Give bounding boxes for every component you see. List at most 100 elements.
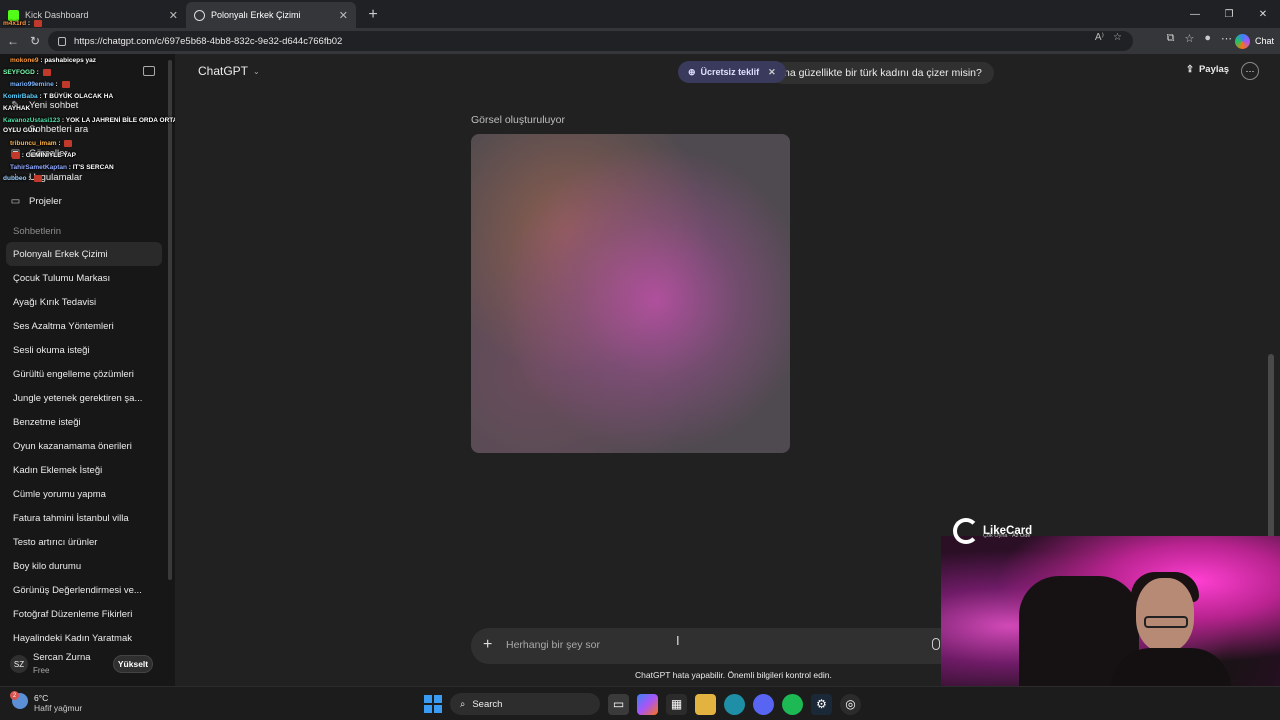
edge-browser-icon[interactable]	[724, 693, 745, 715]
sidebar-item-projects[interactable]: ▭ Projeler	[10, 190, 160, 212]
sidebar-item-label: Sohbetleri ara	[29, 123, 89, 135]
chat-username: mario99emine	[10, 81, 54, 89]
restore-icon[interactable]: ❐	[1212, 0, 1246, 28]
sidebar-toggle-icon[interactable]	[143, 66, 155, 76]
close-window-icon[interactable]: ✕	[1246, 0, 1280, 28]
chat-username: m4x1rd	[3, 20, 27, 28]
browser-tab-bar: Kick Dashboard ✕ Polonyalı Erkek Çizimi …	[0, 0, 1280, 28]
app-icon[interactable]: ◎	[840, 693, 861, 715]
copilot-app-icon[interactable]	[637, 693, 658, 715]
sidebar-scrollbar[interactable]	[168, 60, 172, 580]
url-actions: A⁾ ☆	[1095, 32, 1122, 43]
chat-username: TahirSametKaptan	[10, 164, 67, 171]
chat-button-label: Chat	[1254, 36, 1274, 46]
composer-placeholder: Herhangi bir şey sor	[506, 639, 600, 651]
chats-section-title: Sohbetlerin	[13, 226, 62, 237]
stream-chat-line: KomirBaba : T BÜYÜK OLACAK HA	[3, 93, 114, 100]
chat-history-item[interactable]: Jungle yetenek gerektiren şa...	[6, 386, 162, 410]
avatar: SZ	[10, 655, 28, 673]
chat-history-item[interactable]: Testo artırıcı ürünler	[6, 530, 162, 554]
url-field[interactable]: https://chatgpt.com/c/697e5b68-4bb8-832c…	[48, 31, 1133, 51]
chat-history-item[interactable]: Benzetme isteği	[6, 410, 162, 434]
close-icon[interactable]: ✕	[768, 67, 776, 78]
close-icon[interactable]: ✕	[339, 9, 348, 22]
profile-icon[interactable]: ●	[1204, 32, 1211, 45]
upgrade-button[interactable]: Yükselt	[113, 655, 153, 673]
body-shape	[1111, 648, 1231, 686]
emote-icon	[34, 175, 43, 182]
extensions-icon[interactable]: ⧉	[1167, 32, 1175, 45]
glasses-shape	[1144, 616, 1188, 628]
favorite-star-icon[interactable]: ☆	[1113, 32, 1122, 43]
model-selector[interactable]: ChatGPT ⌄	[198, 64, 260, 78]
task-view-icon[interactable]: ▭	[608, 693, 629, 715]
emote-icon	[33, 20, 42, 27]
user-name: Sercan Zurna	[33, 652, 91, 663]
chat-history-item[interactable]: Cümle yorumu yapma	[6, 482, 162, 506]
text-cursor-icon: I	[676, 633, 680, 648]
weather-widget[interactable]: 2 6°C Hafif yağmur	[10, 691, 83, 713]
taskbar-search[interactable]: ⌕ Search	[450, 693, 600, 715]
read-aloud-icon[interactable]: A⁾	[1095, 32, 1104, 43]
add-attachment-icon[interactable]: +	[483, 636, 492, 654]
favorites-icon[interactable]: ☆	[1184, 32, 1194, 45]
menu-dots-icon[interactable]: ⋯	[1221, 32, 1232, 45]
chat-message: GEMİNİYLE YAP	[25, 152, 76, 160]
share-icon: ⇪	[1186, 64, 1194, 75]
sidebar-item-label: Yeni sohbet	[29, 99, 79, 111]
disclaimer: ChatGPT hata yapabilir. Önemli bilgileri…	[635, 670, 832, 680]
copilot-chat-button[interactable]: Chat	[1234, 31, 1274, 51]
browser-toolbar: ⧉ ☆ ● ⋯	[1167, 32, 1232, 45]
weather-description: Hafif yağmur	[34, 703, 83, 713]
promo-label: Ücretsiz teklif	[700, 67, 760, 77]
user-message: na güzellikte bir türk kadını da çizer m…	[772, 62, 994, 84]
store-icon[interactable]: ▦	[666, 693, 687, 715]
chat-history-item[interactable]: Fatura tahmini İstanbul villa	[6, 506, 162, 530]
chat-message: pashabiceps yaz	[44, 57, 96, 64]
chat-history-item[interactable]: Ayağı Kırık Tedavisi	[6, 290, 162, 314]
chat-history-item[interactable]: Çocuk Tulumu Markası	[6, 266, 162, 290]
site-info-icon[interactable]	[58, 36, 66, 46]
chat-history-item[interactable]: Polonyalı Erkek Çizimi	[6, 242, 162, 266]
more-options-button[interactable]: ⋯	[1241, 62, 1259, 80]
close-icon[interactable]: ✕	[169, 9, 178, 22]
chat-history-item[interactable]: Fotoğraf Düzenleme Fikirleri	[6, 602, 162, 626]
steam-icon[interactable]: ⚙	[811, 693, 832, 715]
tab-chatgpt[interactable]: Polonyalı Erkek Çizimi ✕	[186, 2, 356, 28]
spotify-icon[interactable]	[782, 693, 803, 715]
chatgpt-icon	[194, 9, 205, 21]
chat-history-item[interactable]: Gürültü engelleme çözümleri	[6, 362, 162, 386]
free-offer-badge[interactable]: ⊕ Ücretsiz teklif ✕	[678, 61, 786, 83]
sidebar-item-label: Projeler	[29, 195, 62, 207]
chat-username: mokone9	[10, 57, 39, 64]
chat-history-item[interactable]: Oyun kazanamama önerileri	[6, 434, 162, 458]
window-controls: — ❐ ✕	[1178, 0, 1280, 28]
chat-history-item[interactable]: Ses Azaltma Yöntemleri	[6, 314, 162, 338]
stream-chat-line: mario99emine :	[10, 81, 70, 88]
minimize-icon[interactable]: —	[1178, 0, 1212, 28]
discord-icon[interactable]	[753, 693, 774, 715]
new-tab-button[interactable]: +	[362, 4, 384, 26]
stream-chat-line: OYLU GUN	[3, 127, 37, 134]
weather-icon: 2	[10, 691, 28, 709]
face-shape	[1136, 578, 1194, 652]
share-button[interactable]: ⇪ Paylaş	[1186, 64, 1229, 75]
chat-history-item[interactable]: Görünüş Değerlendirmesi ve...	[6, 578, 162, 602]
chat-history-item[interactable]: Boy kilo durumu	[6, 554, 162, 578]
emote-icon	[61, 81, 70, 88]
back-icon[interactable]: ←	[2, 30, 24, 52]
stream-chat-line: dubbeo :	[3, 175, 43, 182]
windows-start-icon[interactable]	[424, 695, 442, 713]
stream-chat-line: KAYHAK	[3, 105, 30, 112]
refresh-icon[interactable]: ↻	[24, 30, 46, 52]
emote-icon	[12, 152, 20, 159]
temperature: 6°C	[34, 693, 49, 703]
kick-icon	[8, 9, 19, 21]
chat-history-item[interactable]: Kadın Eklemek İsteği	[6, 458, 162, 482]
user-account[interactable]: SZ Sercan Zurna Free Yükselt	[0, 646, 175, 682]
message-composer[interactable]: + Herhangi bir şey sor I	[471, 628, 957, 664]
microphone-icon[interactable]	[932, 638, 940, 650]
chat-history-item[interactable]: Sesli okuma isteği	[6, 338, 162, 362]
file-explorer-icon[interactable]	[695, 693, 716, 715]
image-generation-status: Görsel oluşturuluyor	[471, 114, 565, 126]
